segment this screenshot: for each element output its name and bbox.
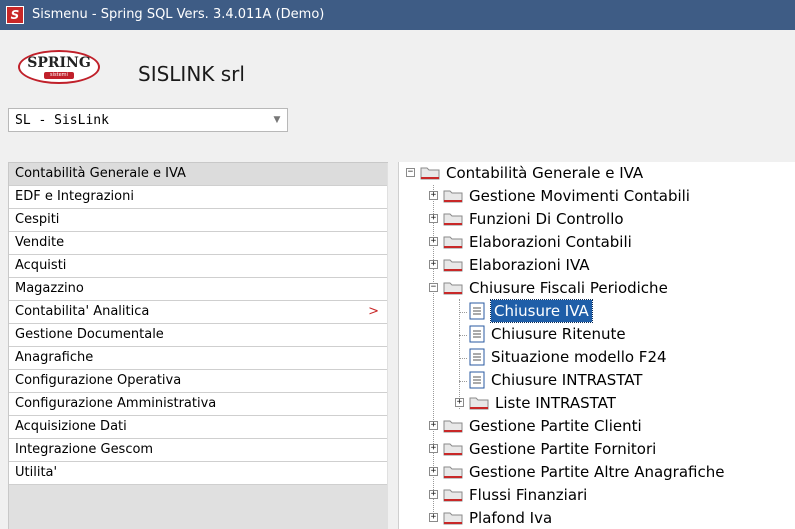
tree-connector (459, 335, 467, 336)
logo-sub: sistemi (44, 72, 74, 79)
menu-item-label: Acquisti (15, 258, 67, 273)
folder-icon (443, 213, 463, 226)
tree-node-label: Gestione Partite Altre Anagrafiche (469, 463, 725, 481)
tree-node-label: Gestione Movimenti Contabili (469, 187, 690, 205)
tree-node-label: Chiusure Fiscali Periodiche (469, 279, 668, 297)
menu-item-gescom[interactable]: Integrazione Gescom (9, 439, 387, 462)
menu-item-label: Contabilità Generale e IVA (15, 166, 186, 181)
menu-item-acquisizione[interactable]: Acquisizione Dati (9, 416, 387, 439)
menu-item-acquisti[interactable]: Acquisti (9, 255, 387, 278)
menu-item-label: Utilita' (15, 465, 58, 480)
menu-item-label: Contabilita' Analitica (15, 304, 150, 319)
folder-icon (443, 466, 463, 479)
tree-connector (459, 299, 460, 409)
expand-icon[interactable]: + (429, 444, 438, 453)
menu-item-magazzino[interactable]: Magazzino (9, 278, 387, 301)
menu-item-label: Cespiti (15, 212, 60, 227)
tree-node-label: Elaborazioni Contabili (469, 233, 632, 251)
tree-leaf-label: Chiusure Ritenute (491, 325, 626, 343)
menu-item-label: Magazzino (15, 281, 84, 296)
window-title: Sismenu - Spring SQL Vers. 3.4.011A (Dem… (32, 7, 325, 22)
menu-item-config-amministrativa[interactable]: Configurazione Amministrativa (9, 393, 387, 416)
tree-node-label: Gestione Partite Fornitori (469, 440, 657, 458)
menu-item-documentale[interactable]: Gestione Documentale (9, 324, 387, 347)
expand-icon[interactable]: + (429, 191, 438, 200)
menu-item-vendite[interactable]: Vendite (9, 232, 387, 255)
module-menu: Contabilità Generale e IVA EDF e Integra… (8, 162, 388, 529)
menu-item-label: Vendite (15, 235, 65, 250)
document-icon (469, 348, 485, 366)
chevron-right-icon: > (368, 304, 379, 319)
header: SPRING sistemi SISLINK srl (0, 30, 795, 100)
chevron-down-icon[interactable]: ▼ (267, 109, 287, 131)
folder-icon (443, 512, 463, 525)
folder-icon (443, 443, 463, 456)
menu-item-label: Anagrafiche (15, 350, 94, 365)
folder-icon (443, 259, 463, 272)
expand-icon[interactable]: + (429, 513, 438, 522)
tree-node-label: Plafond Iva (469, 509, 553, 527)
document-icon (469, 325, 485, 343)
menu-item-label: Configurazione Operativa (15, 373, 182, 388)
menu-item-label: Gestione Documentale (15, 327, 164, 342)
tree-node-label: Gestione Partite Clienti (469, 417, 642, 435)
tree-connector (459, 358, 467, 359)
folder-icon (469, 397, 489, 410)
folder-open-icon (443, 282, 463, 295)
folder-icon (443, 420, 463, 433)
folder-icon (443, 236, 463, 249)
menu-tree: − Contabilità Generale e IVA + Gestione … (398, 162, 795, 529)
collapse-icon[interactable]: − (406, 168, 415, 177)
tree-connector (459, 381, 467, 382)
expand-icon[interactable]: + (429, 421, 438, 430)
menu-item-anagrafiche[interactable]: Anagrafiche (9, 347, 387, 370)
tree-leaf-label-selected: Chiusure IVA (490, 299, 593, 323)
document-icon (469, 302, 485, 320)
tree-node-label: Flussi Finanziari (469, 486, 588, 504)
collapse-icon[interactable]: − (429, 283, 438, 292)
menu-item-label: Configurazione Amministrativa (15, 396, 217, 411)
expand-icon[interactable]: + (429, 237, 438, 246)
spring-logo: SPRING sistemi (18, 50, 100, 84)
tree-node-label: Funzioni Di Controllo (469, 210, 624, 228)
expand-icon[interactable]: + (429, 467, 438, 476)
expand-icon[interactable]: + (429, 260, 438, 269)
tree-root-label: Contabilità Generale e IVA (446, 164, 644, 182)
company-name: SISLINK srl (138, 62, 245, 86)
tree-leaf-label: Chiusure INTRASTAT (491, 371, 643, 389)
logo-brand: SPRING (27, 55, 91, 71)
tree-node-label: Elaborazioni IVA (469, 256, 590, 274)
expand-icon[interactable]: + (429, 490, 438, 499)
company-select[interactable]: SL - SisLink ▼ (8, 108, 288, 132)
menu-item-config-operativa[interactable]: Configurazione Operativa (9, 370, 387, 393)
menu-item-analitica[interactable]: Contabilita' Analitica > (9, 301, 387, 324)
expand-icon[interactable]: + (455, 398, 464, 407)
tree-node-label: Liste INTRASTAT (495, 394, 616, 412)
expand-icon[interactable]: + (429, 214, 438, 223)
menu-item-contabilita[interactable]: Contabilità Generale e IVA (9, 163, 387, 186)
menu-item-cespiti[interactable]: Cespiti (9, 209, 387, 232)
folder-icon (443, 489, 463, 502)
menu-item-edf[interactable]: EDF e Integrazioni (9, 186, 387, 209)
title-bar: S Sismenu - Spring SQL Vers. 3.4.011A (D… (0, 0, 795, 30)
menu-item-label: Acquisizione Dati (15, 419, 127, 434)
folder-icon (443, 190, 463, 203)
menu-item-label: Integrazione Gescom (15, 442, 154, 457)
menu-item-label: EDF e Integrazioni (15, 189, 134, 204)
app-icon[interactable]: S (6, 6, 24, 24)
menu-item-utilita[interactable]: Utilita' (9, 462, 387, 485)
folder-open-icon (420, 167, 440, 180)
document-icon (469, 371, 485, 389)
company-select-value: SL - SisLink (15, 113, 109, 128)
tree-leaf-label: Situazione modello F24 (491, 348, 667, 366)
tree-connector (459, 312, 467, 313)
